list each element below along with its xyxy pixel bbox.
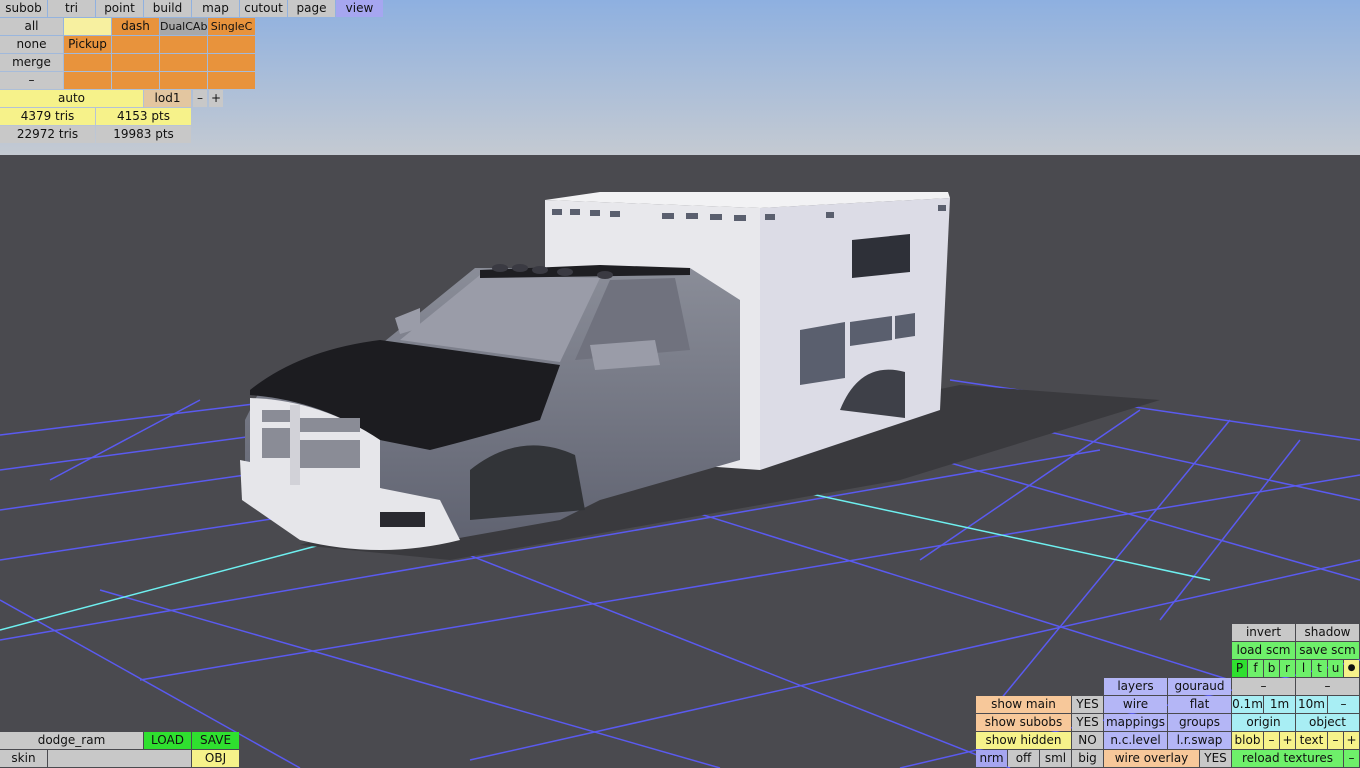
groups-button[interactable]: groups <box>1168 714 1231 731</box>
subob-pickup[interactable]: Pickup <box>64 36 111 53</box>
blob-plus-button[interactable]: + <box>1280 732 1295 749</box>
origin-button[interactable]: origin <box>1232 714 1295 731</box>
menu-view[interactable]: view <box>336 0 383 17</box>
subob-singlec[interactable]: SingleC <box>208 18 255 35</box>
top-menu: subob tri point build map cutout page vi… <box>0 0 384 17</box>
remove-button[interactable]: – <box>0 72 63 89</box>
subob-slot[interactable] <box>160 36 207 53</box>
subob-slot[interactable] <box>208 36 255 53</box>
menu-cutout[interactable]: cutout <box>240 0 287 17</box>
shadow-button[interactable]: shadow <box>1296 624 1359 641</box>
show-main-toggle[interactable]: show main <box>976 696 1071 713</box>
show-subobs-value[interactable]: YES <box>1072 714 1103 731</box>
text-minus-button[interactable]: – <box>1328 732 1343 749</box>
view-options-panel: invert shadow load scm save scm P f b r … <box>976 624 1360 768</box>
subob-slot[interactable] <box>112 54 159 71</box>
wire-button[interactable]: wire <box>1104 696 1167 713</box>
skin-field[interactable] <box>48 750 191 767</box>
select-all-button[interactable]: all <box>0 18 63 35</box>
menu-tri[interactable]: tri <box>48 0 95 17</box>
lod-plus-button[interactable]: + <box>209 90 223 107</box>
scale-10m-button[interactable]: 10m <box>1296 696 1327 713</box>
invert-button[interactable]: invert <box>1232 624 1295 641</box>
menu-build[interactable]: build <box>144 0 191 17</box>
subob-slot[interactable] <box>64 72 111 89</box>
lr-swap-button[interactable]: l.r.swap <box>1168 732 1231 749</box>
subob-slot[interactable] <box>160 72 207 89</box>
object-button[interactable]: object <box>1296 714 1359 731</box>
subob-dualcab[interactable]: DualCAb <box>160 18 207 35</box>
mappings-button[interactable]: mappings <box>1104 714 1167 731</box>
select-none-button[interactable]: none <box>0 36 63 53</box>
big-button[interactable]: big <box>1072 750 1103 767</box>
scale-01m-button[interactable]: 0.1m <box>1232 696 1263 713</box>
gouraud-button[interactable]: gouraud <box>1168 678 1231 695</box>
lod-auto-button[interactable]: auto <box>0 90 143 107</box>
view-t-button[interactable]: t <box>1312 660 1327 677</box>
menu-map[interactable]: map <box>192 0 239 17</box>
menu-subob[interactable]: subob <box>0 0 47 17</box>
subob-slot[interactable] <box>208 72 255 89</box>
blob-minus-button[interactable]: – <box>1264 732 1279 749</box>
file-panel: dodge_ram LOAD SAVE skin OBJ <box>0 732 240 768</box>
save-button[interactable]: SAVE <box>192 732 239 749</box>
selected-tris: 4379 tris <box>0 108 95 125</box>
selected-pts: 4153 pts <box>96 108 191 125</box>
view-b-button[interactable]: b <box>1264 660 1279 677</box>
subob-slot[interactable] <box>112 36 159 53</box>
off-button[interactable]: off <box>1008 750 1039 767</box>
scale-1m-button[interactable]: 1m <box>1264 696 1295 713</box>
lod-row: auto lod1 – + <box>0 90 224 107</box>
nrm-button[interactable]: nrm <box>976 750 1007 767</box>
view-l-button[interactable]: l <box>1296 660 1311 677</box>
subob-slot[interactable] <box>64 18 111 35</box>
load-button[interactable]: LOAD <box>144 732 191 749</box>
flat-button[interactable]: flat <box>1168 696 1231 713</box>
subob-slot[interactable] <box>208 54 255 71</box>
load-scm-button[interactable]: load scm <box>1232 642 1295 659</box>
lod-level[interactable]: lod1 <box>144 90 191 107</box>
sml-button[interactable]: sml <box>1040 750 1071 767</box>
view-f-button[interactable]: f <box>1248 660 1263 677</box>
skin-label: skin <box>0 750 47 767</box>
subob-grid: all dash DualCAb SingleC none Pickup mer… <box>0 18 256 90</box>
blob-button[interactable]: blob <box>1232 732 1263 749</box>
dash-button[interactable]: – <box>1232 678 1295 695</box>
save-scm-button[interactable]: save scm <box>1296 642 1359 659</box>
merge-button[interactable]: merge <box>0 54 63 71</box>
text-plus-button[interactable]: + <box>1344 732 1359 749</box>
lod-minus-button[interactable]: – <box>193 90 207 107</box>
menu-point[interactable]: point <box>96 0 143 17</box>
subob-slot[interactable] <box>64 54 111 71</box>
view-r-button[interactable]: r <box>1280 660 1295 677</box>
model-name-field[interactable]: dodge_ram <box>0 732 143 749</box>
total-pts: 19983 pts <box>96 126 191 143</box>
subob-slot[interactable] <box>112 72 159 89</box>
dot-icon[interactable]: ● <box>1344 660 1359 677</box>
show-hidden-value[interactable]: NO <box>1072 732 1103 749</box>
stats-panel: 4379 tris 4153 pts 22972 tris 19983 pts <box>0 108 192 144</box>
show-hidden-toggle[interactable]: show hidden <box>976 732 1071 749</box>
subob-slot[interactable] <box>160 54 207 71</box>
menu-page[interactable]: page <box>288 0 335 17</box>
scale-minus-button[interactable]: – <box>1328 696 1359 713</box>
layers-button[interactable]: layers <box>1104 678 1167 695</box>
show-subobs-toggle[interactable]: show subobs <box>976 714 1071 731</box>
reload-textures-button[interactable]: reload textures <box>1232 750 1343 767</box>
total-tris: 22972 tris <box>0 126 95 143</box>
text-button[interactable]: text <box>1296 732 1327 749</box>
wire-overlay-toggle[interactable]: wire overlay <box>1104 750 1199 767</box>
format-button[interactable]: OBJ <box>192 750 239 767</box>
nc-level-button[interactable]: n.c.level <box>1104 732 1167 749</box>
view-u-button[interactable]: u <box>1328 660 1343 677</box>
view-p-button[interactable]: P <box>1232 660 1247 677</box>
show-main-value[interactable]: YES <box>1072 696 1103 713</box>
wire-overlay-value[interactable]: YES <box>1200 750 1231 767</box>
dash-button[interactable]: – <box>1296 678 1359 695</box>
reload-minus-button[interactable]: – <box>1344 750 1359 767</box>
subob-dash[interactable]: dash <box>112 18 159 35</box>
